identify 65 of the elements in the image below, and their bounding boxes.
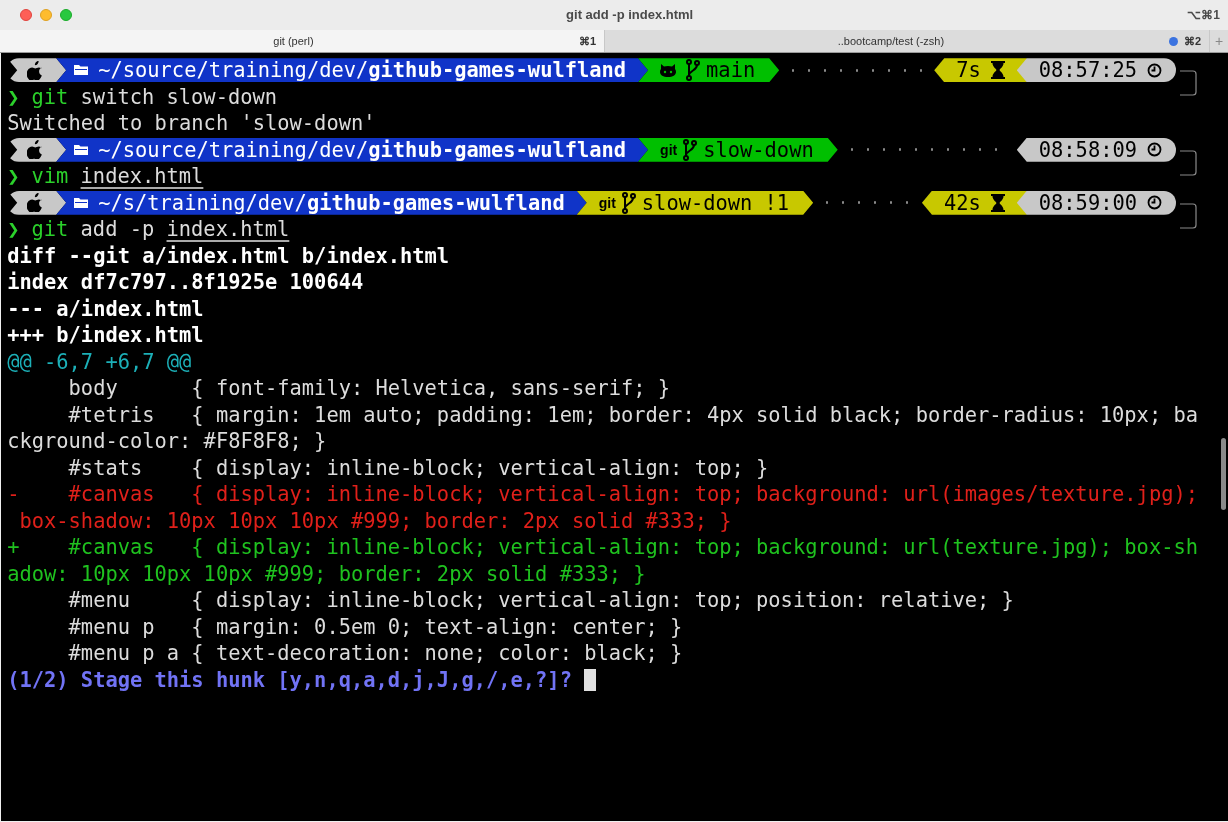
command-text: vim index.html xyxy=(31,163,204,190)
branch-name: slow-down xyxy=(703,136,814,163)
branch-icon xyxy=(686,59,701,82)
time-text: 08:57:25 xyxy=(1038,57,1137,84)
output-line: ckground-color: #F8F8F8; } xyxy=(7,428,327,455)
path-text: ~/s/training/dev/github-games-wulfland xyxy=(98,189,565,216)
folder-icon xyxy=(74,64,89,77)
zoom-button[interactable] xyxy=(60,9,72,21)
apple-icon xyxy=(27,140,45,160)
command-text: git switch slow-down xyxy=(31,83,277,110)
output-line: diff --git a/index.html b/index.html xyxy=(7,242,450,269)
output-line: #menu { display: inline-block; vertical-align: top; position: relative; } xyxy=(67,587,1014,614)
path-text: ~/source/training/dev/github-games-wulfland xyxy=(98,136,627,163)
folder-icon xyxy=(74,143,89,156)
terminal-tab[interactable]: ..bootcamp/test (-zsh) ⌘2 xyxy=(605,30,1210,52)
time-text: 08:58:09 xyxy=(1038,136,1137,163)
clock-icon xyxy=(1147,142,1162,158)
bracket-drawing xyxy=(1180,70,1198,96)
path-text: ~/source/training/dev/github-games-wulfland xyxy=(98,57,627,84)
hourglass-icon xyxy=(990,193,1005,212)
duration-text: 42s xyxy=(943,189,981,216)
output-line: box-shadow: 10px 10px 10px #999; border: 2px solid #333; } xyxy=(18,507,732,534)
git-label: git xyxy=(598,193,616,213)
bracket-drawing xyxy=(1180,202,1198,229)
output-line: index df7c797..8f1925e 100644 xyxy=(7,269,364,296)
output-line: Switched to branch 'slow-down' xyxy=(7,110,376,137)
apple-icon xyxy=(27,193,45,213)
prompt-symbol: ❯ xyxy=(7,216,20,243)
output-line: +++ b/index.html xyxy=(7,322,204,349)
duration-text: 7s xyxy=(956,57,981,84)
hunk-header: @@ -6,7 +6,7 @@ xyxy=(7,348,192,375)
clock-icon xyxy=(1147,62,1162,78)
close-button[interactable] xyxy=(20,9,32,21)
branch-name: main xyxy=(706,57,756,84)
prompt-symbol: ❯ xyxy=(7,163,20,190)
hourglass-icon xyxy=(990,61,1005,80)
terminal-tab[interactable]: git (perl) ⌘1 xyxy=(0,30,605,52)
scrollbar-thumb[interactable] xyxy=(1221,438,1226,510)
git-label: git xyxy=(660,140,678,160)
branch-icon xyxy=(683,138,698,161)
output-line: #menu p { margin: 0.5em 0; text-align: center; } xyxy=(67,613,683,640)
window-title: git add -p index.html xyxy=(566,6,694,25)
branch-name: slow-down !1 xyxy=(641,189,790,216)
tab-shortcut: ⌘2 xyxy=(1183,33,1201,49)
folder-icon xyxy=(74,196,89,209)
output-line: #stats { display: inline-block; vertical-align: top; } xyxy=(67,454,769,481)
prompt-symbol: ❯ xyxy=(7,83,20,110)
branch-icon xyxy=(621,191,636,214)
output-line: body { font-family: Helvetica, sans-serif; } xyxy=(67,375,671,402)
output-line: adow: 10px 10px 10px #999; border: 2px solid #333; } xyxy=(7,560,646,587)
window-shortcut: ⌥⌘1 xyxy=(1187,7,1221,24)
tab-shortcut: ⌘1 xyxy=(578,33,596,49)
time-text: 08:59:00 xyxy=(1038,189,1137,216)
cat-icon xyxy=(660,63,677,77)
prompt-question: (1/2) Stage this hunk [y,n,q,a,d,j,J,g,/,e,?]? xyxy=(7,666,572,693)
output-line: --- a/index.html xyxy=(7,295,204,322)
output-line: - #canvas { display: inline-block; vertical-align: top; background: url(images/texture.jpg); xyxy=(7,481,1198,508)
clock-icon xyxy=(1147,195,1162,211)
output-line: #tetris { margin: 1em auto; padding: 1em; border: 4px solid black; border-radius: 10px; ba xyxy=(67,401,1198,428)
bracket-drawing xyxy=(1180,149,1198,176)
command-text: git add -p index.html xyxy=(31,216,290,243)
output-line: + #canvas { display: inline-block; vertical-align: top; background: url(texture.jpg); box-sh xyxy=(7,534,1198,561)
output-line: #menu p a { text-decoration: none; color: black; } xyxy=(67,640,683,667)
minimize-button[interactable] xyxy=(40,9,52,21)
apple-icon xyxy=(27,60,45,80)
